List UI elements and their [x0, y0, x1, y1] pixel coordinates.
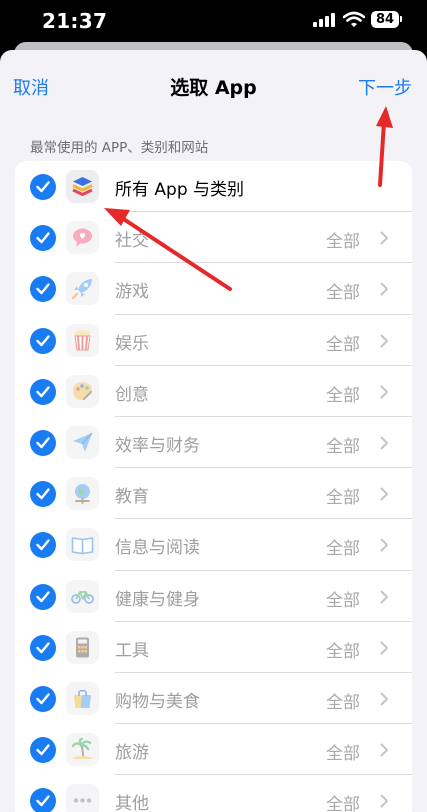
app-picker-sheet: 取消 选取 App 下一步 最常使用的 APP、类别和网站 所有 App 与类别…	[0, 50, 427, 812]
checkmark-icon[interactable]	[30, 429, 56, 456]
row-value: 全部	[326, 385, 360, 406]
chevron-right-icon	[380, 743, 388, 757]
chevron-right-icon	[380, 538, 388, 552]
checkmark-icon[interactable]	[30, 532, 56, 559]
chevron-right-icon	[380, 590, 388, 603]
checkmark-icon[interactable]	[30, 583, 56, 610]
row-label: 健康与健身	[115, 589, 200, 610]
row-value: 全部	[326, 692, 360, 713]
palette-icon	[66, 374, 99, 408]
row-value: 全部	[326, 232, 360, 253]
shopping-bag-icon	[66, 681, 99, 715]
list-item-social[interactable]: 社交 全部	[15, 212, 412, 264]
row-value: 全部	[326, 539, 360, 560]
checkmark-icon[interactable]	[30, 737, 56, 764]
chevron-right-icon	[380, 794, 388, 808]
row-label: 效率与财务	[115, 435, 200, 456]
checkmark-icon[interactable]	[30, 327, 56, 354]
row-label: 教育	[115, 487, 149, 508]
wifi-icon	[343, 11, 365, 27]
rocket-icon	[66, 272, 99, 306]
row-label: 其他	[115, 794, 149, 812]
list-item-travel[interactable]: 旅游 全部	[15, 724, 412, 776]
chevron-right-icon	[380, 641, 388, 655]
status-time: 21:37	[42, 9, 108, 33]
row-label: 购物与美食	[115, 691, 200, 712]
row-label: 工具	[115, 640, 149, 661]
globe-icon	[66, 477, 99, 511]
row-value: 全部	[326, 488, 360, 509]
list-item-entertainment[interactable]: 娱乐 全部	[15, 315, 412, 366]
list-item-creativity[interactable]: 创意 全部	[15, 366, 412, 417]
row-value: 全部	[326, 283, 360, 304]
list-item-shopping-food[interactable]: 购物与美食 全部	[15, 673, 412, 725]
list-item-education[interactable]: 教育 全部	[15, 468, 412, 520]
status-bar: 21:37 84	[0, 0, 427, 44]
chevron-right-icon	[380, 692, 388, 706]
checkmark-icon[interactable]	[30, 788, 56, 812]
row-value: 全部	[326, 436, 360, 457]
calculator-icon	[66, 630, 99, 664]
row-label: 所有 App 与类别	[115, 180, 245, 200]
list-item-utilities[interactable]: 工具 全部	[15, 622, 412, 673]
chat-bubble-heart-icon	[66, 221, 99, 255]
row-label: 信息与阅读	[115, 538, 200, 559]
bicycle-icon	[66, 579, 99, 613]
category-list: 所有 App 与类别 社交 全部 游戏 全部 娱乐 全部 创意 全部 效率与财务…	[15, 161, 412, 812]
row-label: 社交	[115, 231, 149, 252]
popcorn-icon	[66, 323, 99, 357]
battery-tip	[400, 16, 402, 22]
section-header: 最常使用的 APP、类别和网站	[30, 140, 209, 156]
row-label: 旅游	[115, 743, 149, 764]
row-label: 游戏	[115, 282, 149, 303]
paper-plane-icon	[66, 425, 99, 459]
checkmark-icon[interactable]	[30, 481, 56, 508]
row-value: 全部	[326, 744, 360, 765]
row-label: 创意	[115, 384, 149, 405]
checkmark-icon[interactable]	[30, 685, 56, 712]
list-item-productivity-finance[interactable]: 效率与财务 全部	[15, 417, 412, 469]
cellular-signal-icon	[313, 13, 337, 27]
checkmark-icon[interactable]	[30, 225, 56, 252]
row-value: 全部	[326, 334, 360, 355]
chevron-right-icon	[380, 436, 388, 450]
checkmark-icon[interactable]	[30, 276, 56, 303]
battery-icon: 84	[371, 11, 399, 28]
chevron-right-icon	[380, 334, 388, 348]
more-dots-icon	[66, 784, 99, 812]
row-value: 全部	[326, 590, 360, 611]
row-label: 娱乐	[115, 333, 149, 354]
row-value: 全部	[326, 795, 360, 812]
chevron-right-icon	[380, 385, 388, 399]
checkmark-icon[interactable]	[30, 634, 56, 661]
book-icon	[66, 528, 99, 562]
chevron-right-icon	[380, 231, 388, 245]
palm-tree-icon	[66, 733, 99, 767]
next-button[interactable]: 下一步	[358, 74, 412, 100]
chevron-right-icon	[380, 487, 388, 501]
checkmark-icon[interactable]	[30, 378, 56, 405]
checkmark-icon[interactable]	[30, 174, 56, 200]
chevron-right-icon	[380, 282, 388, 296]
list-item-other[interactable]: 其他 全部	[15, 775, 412, 812]
list-item-news-reading[interactable]: 信息与阅读 全部	[15, 519, 412, 571]
layers-icon	[66, 170, 99, 203]
list-item-games[interactable]: 游戏 全部	[15, 263, 412, 315]
navigation-bar: 取消 选取 App 下一步	[0, 50, 427, 120]
list-item-all-apps[interactable]: 所有 App 与类别	[15, 161, 412, 213]
list-item-health-fitness[interactable]: 健康与健身 全部	[15, 571, 412, 622]
row-value: 全部	[326, 641, 360, 662]
